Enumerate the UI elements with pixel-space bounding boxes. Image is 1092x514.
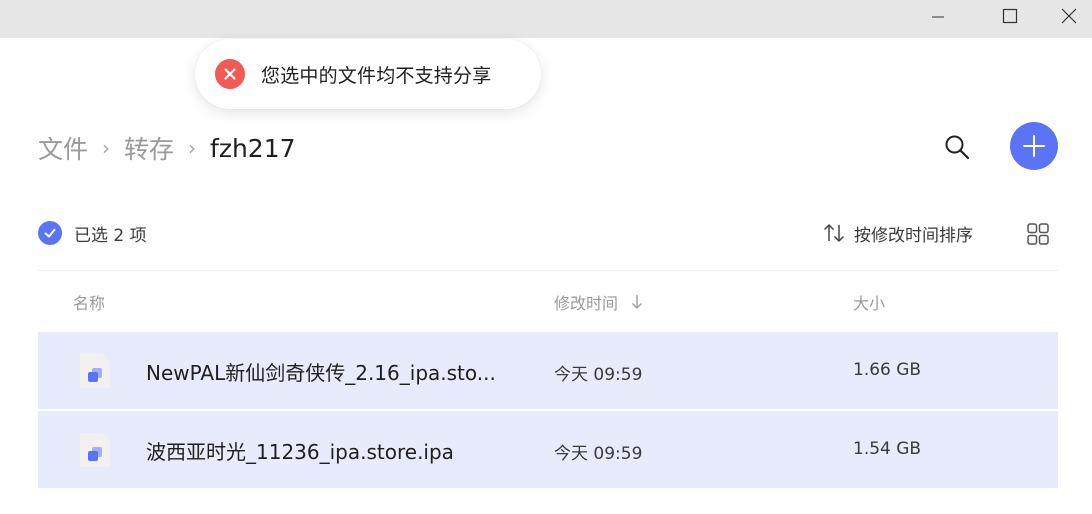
ipa-file-icon	[80, 354, 110, 388]
column-header-size: 大小	[853, 290, 885, 314]
selection-count: 已选 2 项	[74, 225, 147, 246]
divider	[38, 270, 1058, 271]
ipa-file-icon	[80, 433, 110, 467]
breadcrumb-item-files[interactable]: 文件	[38, 130, 88, 166]
breadcrumb-item-transfer[interactable]: 转存	[124, 130, 174, 166]
add-button[interactable]	[1010, 122, 1058, 170]
file-name: 波西亚时光_11236_ipa.store.ipa	[146, 440, 454, 464]
column-header-modified[interactable]: 修改时间	[554, 290, 644, 314]
sort-label: 按修改时间排序	[854, 225, 973, 246]
column-header-name: 名称	[73, 290, 105, 314]
selection-bar: 已选 2 项	[38, 218, 147, 248]
plus-icon	[1023, 135, 1045, 157]
file-manager-window: 您选中的文件均不支持分享 文件 › 转存 › fzh217 已选 2 项 按修改…	[0, 0, 1092, 514]
breadcrumb-current-folder: fzh217	[210, 133, 296, 163]
check-icon	[44, 228, 56, 238]
select-all-checkbox[interactable]	[38, 221, 62, 245]
search-icon	[945, 135, 970, 160]
file-row[interactable]: 波西亚时光_11236_ipa.store.ipa 今天 09:59 1.54 …	[38, 411, 1058, 488]
column-name-label: 名称	[73, 294, 106, 313]
file-name: NewPAL新仙剑奇侠传_2.16_ipa.sto...	[146, 361, 496, 385]
file-modified: 今天 09:59	[554, 444, 643, 464]
error-toast: 您选中的文件均不支持分享	[195, 39, 541, 109]
sort-down-arrow-icon	[630, 294, 644, 310]
sort-button[interactable]: 按修改时间排序	[822, 218, 973, 248]
breadcrumb: 文件 › 转存 › fzh217	[38, 128, 296, 168]
maximize-button[interactable]	[987, 0, 1033, 32]
toast-message: 您选中的文件均不支持分享	[261, 64, 492, 87]
maximize-icon	[1002, 8, 1018, 24]
column-size-label: 大小	[853, 294, 886, 313]
file-row[interactable]: NewPAL新仙剑奇侠传_2.16_ipa.sto... 今天 09:59 1.…	[38, 332, 1058, 409]
breadcrumb-separator: ›	[188, 136, 197, 160]
error-icon	[215, 59, 245, 89]
close-icon	[1061, 8, 1077, 24]
close-button[interactable]	[1046, 0, 1092, 32]
grid-view-toggle[interactable]	[1024, 220, 1052, 248]
file-size: 1.66 GB	[853, 360, 922, 380]
search-button[interactable]	[936, 126, 978, 168]
column-modified-label: 修改时间	[554, 294, 619, 313]
title-bar	[0, 0, 1092, 38]
file-size: 1.54 GB	[853, 439, 922, 459]
breadcrumb-separator: ›	[102, 136, 111, 160]
minimize-icon	[932, 16, 944, 18]
grid-view-icon	[1027, 223, 1049, 245]
sort-arrows-icon	[823, 224, 845, 242]
minimize-button[interactable]	[915, 0, 961, 32]
file-modified: 今天 09:59	[554, 365, 643, 385]
